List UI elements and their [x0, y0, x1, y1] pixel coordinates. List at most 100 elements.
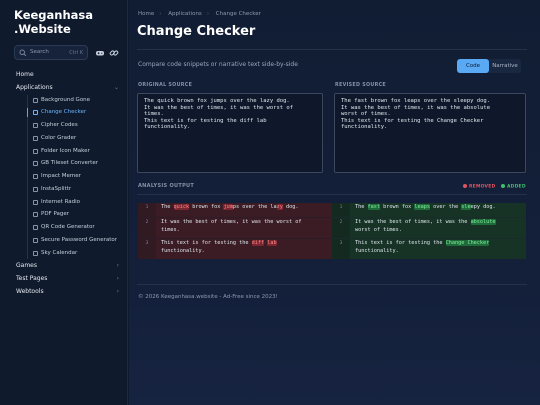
revised-source-input[interactable]: The fast brown fox leaps over the sleepy… [334, 93, 526, 173]
added-dot-icon [501, 184, 505, 188]
divider [137, 194, 527, 195]
site-logo[interactable]: Keeganhasa .Website [14, 8, 124, 36]
sidebar-item-label: PDF Pager [41, 211, 70, 218]
added-segment: Change Checker [445, 240, 490, 246]
chevron-right-icon: › [116, 275, 119, 283]
sidebar-item-cipher-codes[interactable]: Cipher Codes [28, 120, 128, 131]
text-segment: epy dog. [470, 204, 496, 210]
diff-row: 2 It was the best of times, it was the a… [332, 218, 526, 238]
diff-row: 3 This text is for testing the Change Ch… [332, 239, 526, 259]
removed-segment: jum [223, 204, 233, 210]
diff-line-text: This text is for testing the Change Chec… [350, 239, 526, 259]
applications-submenu: Background Gone Change Checker Cipher Co… [27, 94, 128, 259]
removed-dot-icon [463, 184, 467, 188]
sidebar-item-label: Secure Password Generator [41, 236, 118, 243]
breadcrumb-current: Change Checker [215, 11, 261, 17]
diff-line-text: It was the best of times, it was the wor… [156, 218, 332, 238]
search-placeholder: Search [30, 49, 49, 55]
sidebar-item-label: QR Code Generator [41, 224, 95, 231]
text-segment: times. [161, 226, 180, 233]
sidebar-item-label: GB Tileset Converter [41, 160, 98, 167]
sidebar-item-games[interactable]: Games › [0, 260, 128, 271]
diff-line-text: The quick brown fox jumps over the lazy … [156, 203, 332, 217]
sidebar-item-gb-tileset-converter[interactable]: GB Tileset Converter [28, 158, 128, 169]
app-icon [33, 148, 38, 154]
legend-added-label: ADDED [507, 184, 526, 190]
diff-line-text: The fast brown fox leaps over the sleepy… [350, 203, 526, 217]
diff-row: 3 This text is for testing the diff lab f… [138, 239, 332, 259]
diff-row: 1 The fast brown fox leaps over the slee… [332, 203, 526, 217]
sidebar: Keeganhasa .Website Search Ctrl K Home A… [0, 0, 128, 405]
sidebar-item-pdf-pager[interactable]: PDF Pager [28, 209, 128, 220]
breadcrumb-home[interactable]: Home [138, 11, 154, 17]
added-segment: leaps [414, 204, 430, 210]
line-number: 2 [138, 218, 156, 238]
chevron-down-icon: ⌄ [113, 83, 119, 91]
line-number: 2 [332, 218, 350, 238]
text-segment: The [161, 204, 174, 210]
diff-line-text: This text is for testing the diff lab fun… [156, 239, 332, 259]
diff-row: 1 The quick brown fox jumps over the laz… [138, 203, 332, 217]
text-segment: functionality. [355, 247, 399, 254]
sidebar-item-label: Sky Calendar [41, 249, 78, 256]
app-icon [33, 250, 38, 256]
app-icon [33, 97, 38, 103]
text-segment: functionality. [161, 247, 205, 254]
sidebar-item-background-gone[interactable]: Background Gone [28, 95, 128, 106]
text-segment: brown fox [380, 204, 415, 210]
sidebar-item-instasplittr[interactable]: InstaSplittr [28, 184, 128, 195]
sidebar-item-label: Background Gone [41, 96, 91, 103]
sidebar-item-color-grader[interactable]: Color Grader [28, 133, 128, 144]
app-icon [33, 161, 38, 167]
sidebar-item-folder-icon-maker[interactable]: Folder Icon Maker [28, 146, 128, 157]
search-input[interactable]: Search Ctrl K [14, 45, 88, 60]
breadcrumb-applications[interactable]: Applications [168, 11, 202, 17]
gamepad-button[interactable] [94, 47, 106, 59]
sidebar-item-test-pages[interactable]: Test Pages › [0, 273, 128, 284]
app-icon [33, 174, 38, 180]
main-content: Home › Applications › Change Checker Chang… [129, 0, 540, 405]
chevron-right-icon: › [116, 287, 119, 295]
app-icon [33, 110, 38, 116]
brand-line2: .Website [14, 21, 71, 36]
sidebar-item-home[interactable]: Home [0, 69, 128, 80]
app-icon [33, 199, 38, 205]
line-number: 3 [138, 239, 156, 259]
sidebar-item-label: Folder Icon Maker [41, 147, 90, 154]
text-segment: brown fox [189, 204, 224, 210]
added-segment: fast [367, 204, 380, 210]
sidebar-item-impact-memer[interactable]: Impact Memer [28, 171, 128, 182]
breadcrumb: Home › Applications › Change Checker [138, 11, 266, 17]
text-segment: worst of times. [355, 226, 402, 233]
sidebar-item-qr-code-generator[interactable]: QR Code Generator [28, 222, 128, 233]
added-segment: sle [461, 204, 471, 210]
sidebar-item-sky-calendar[interactable]: Sky Calendar [28, 248, 128, 259]
app-icon [33, 237, 38, 243]
sidebar-item-change-checker[interactable]: Change Checker [27, 107, 128, 118]
mode-code-button[interactable]: Code [457, 59, 489, 73]
sidebar-item-label: Cipher Codes [41, 122, 78, 129]
sidebar-item-label: Internet Radio [41, 198, 81, 205]
sidebar-item-webtools[interactable]: Webtools › [0, 286, 128, 297]
divider [137, 49, 527, 50]
sidebar-nav: Home Applications ⌄ Background Gone Chan… [0, 69, 128, 299]
sidebar-item-secure-password-generator[interactable]: Secure Password Generator [28, 235, 128, 246]
sidebar-item-label: Webtools [16, 287, 44, 295]
sidebar-item-applications[interactable]: Applications ⌄ [0, 82, 128, 93]
sidebar-item-label: Impact Memer [41, 173, 81, 180]
chevron-right-icon: › [116, 262, 119, 270]
sidebar-item-label: Test Pages [16, 275, 48, 283]
analysis-output-label: ANALYSIS OUTPUT [138, 183, 195, 189]
link-button[interactable] [108, 47, 120, 59]
sidebar-item-internet-radio[interactable]: Internet Radio [28, 197, 128, 208]
app-icon [33, 186, 38, 192]
sidebar-item-label: InstaSplittr [41, 185, 72, 192]
app-icon [33, 135, 38, 141]
added-segment: absolute [470, 219, 496, 225]
mode-narrative-button[interactable]: Narrative [489, 59, 521, 73]
app-icon [33, 212, 38, 218]
removed-segment: quick [173, 204, 190, 210]
divider [137, 284, 527, 285]
original-source-input[interactable]: The quick brown fox jumps over the lazy … [137, 93, 323, 173]
diff-original-panel: 1 The quick brown fox jumps over the laz… [138, 203, 332, 259]
